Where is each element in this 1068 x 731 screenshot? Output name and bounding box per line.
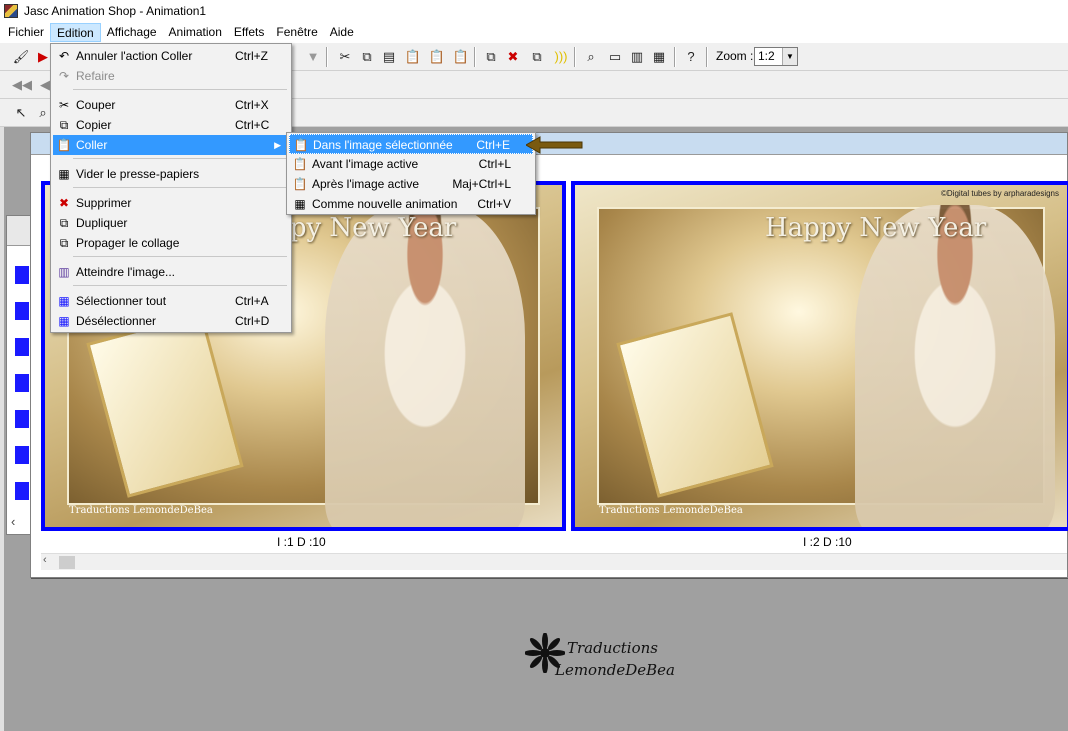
delete-icon[interactable]: ✖ [504,48,522,66]
rewind-icon[interactable]: ◀◀ [12,76,32,94]
frame-props-icon[interactable]: ▭ [606,48,624,66]
menu-effets[interactable]: Effets [228,23,270,42]
film-icon[interactable]: ▦ [650,48,668,66]
copy-icon[interactable]: ⧉ [358,48,376,66]
chevron-down-icon[interactable]: ▼ [782,48,797,65]
paste-icon: 📋 [56,138,72,152]
redo-icon: ↷ [58,69,70,83]
delete-icon: ✖ [58,196,70,210]
goto-frame-icon: ▥ [58,265,70,279]
menu-undo[interactable]: ↶ Annuler l'action Coller Ctrl+Z [53,46,289,66]
menu-paste[interactable]: 📋 Coller ▶ [53,135,289,155]
menu-fichier[interactable]: Fichier [2,23,50,42]
menu-select-all[interactable]: ▦ Sélectionner tout Ctrl+A [53,291,289,311]
menu-propagate[interactable]: ⧉ Propager le collage [53,233,289,253]
frame-2[interactable]: Happy New Year Traductions LemondeDeBea … [571,181,1068,531]
paste-before-icon[interactable]: 📋 [428,48,446,66]
frame-1-label: I :1 D :10 [277,535,326,549]
copy-frame-icon[interactable]: ▤ [380,48,398,66]
menu-deselect[interactable]: ▦ Désélectionner Ctrl+D [53,311,289,331]
edition-dropdown-menu: ↶ Annuler l'action Coller Ctrl+Z ↷ Refai… [50,43,292,333]
frame-2-label: I :2 D :10 [803,535,852,549]
paste-before-active-frame[interactable]: 📋 Avant l'image active Ctrl+L [289,154,533,174]
pointer-arrow-icon [526,136,583,154]
palette-icon[interactable]: ▥ [628,48,646,66]
menu-cut[interactable]: ✂ Couper Ctrl+X [53,95,289,115]
paste-after-icon[interactable]: 📋 [452,48,470,66]
duplicate-icon: ⧉ [59,216,69,230]
menu-copy[interactable]: ⧉ Copier Ctrl+C [53,115,289,135]
frame-signature: Traductions LemondeDeBea [599,505,743,516]
frame-signature: Traductions LemondeDeBea [69,505,213,516]
undo-icon: ↶ [58,49,70,63]
new-animation-icon: ▦ [294,197,306,211]
propagate-icon: ⧉ [59,236,69,250]
scroll-thumb[interactable] [59,556,75,569]
submenu-arrow-icon: ▶ [274,140,281,150]
cut-icon[interactable]: ✂ [336,48,354,66]
paste-submenu: 📋 Dans l'image sélectionnée Ctrl+E 📋 Ava… [286,132,536,215]
window-title: Jasc Animation Shop - Animation1 [24,4,207,18]
title-bar: Jasc Animation Shop - Animation1 [0,0,1068,22]
woman-image [855,205,1055,527]
duplicate-icon[interactable]: ⧉ [528,48,546,66]
menu-fenetre[interactable]: Fenêtre [270,23,323,42]
menu-delete[interactable]: ✖ Supprimer [53,193,289,213]
clipboard-clear-icon: ▦ [58,167,70,181]
frame-credit: ©Digital tubes by arpharadesigns [941,189,1059,198]
scroll-left-icon[interactable]: ‹ [43,554,47,566]
menu-separator [73,256,287,257]
menu-affichage[interactable]: Affichage [101,23,163,42]
paste-into-selected-frame[interactable]: 📋 Dans l'image sélectionnée Ctrl+E [289,134,533,154]
watermark-line1: Traductions [567,639,658,657]
select-all-icon: ▦ [58,294,70,308]
menu-animation[interactable]: Animation [163,23,228,42]
paste-into-icon: 📋 [293,138,309,152]
app-logo-icon [4,4,18,18]
zoom-icon[interactable]: ⌕ [582,48,600,66]
menu-bar: Fichier Edition Affichage Animation Effe… [0,22,1068,43]
wizard-icon[interactable]: ))) [552,48,570,66]
zoom-select[interactable]: 1:2 ▼ [754,47,798,66]
zoom-value: 1:2 [758,49,775,63]
scroll-left-icon[interactable]: ‹ [11,514,15,529]
paste-before-icon: 📋 [292,157,308,171]
propagate-icon[interactable]: ⧉ [482,48,500,66]
paste-after-icon: 📋 [292,177,308,191]
deselect-icon: ▦ [58,314,70,328]
paste-icon[interactable]: 📋 [404,48,422,66]
help-icon[interactable]: ? [682,48,700,66]
menu-separator [73,187,287,188]
paste-after-active-frame[interactable]: 📋 Après l'image active Maj+Ctrl+L [289,174,533,194]
dropdown-icon[interactable]: ▼ [304,48,322,66]
happy-new-year-text: Happy New Year [765,213,987,243]
arrow-cursor-icon[interactable]: ↖ [12,104,30,122]
menu-redo[interactable]: ↷ Refaire [53,66,289,86]
paste-as-new-animation[interactable]: ▦ Comme nouvelle animation Ctrl+V [289,194,533,214]
menu-aide[interactable]: Aide [324,23,360,42]
scissors-icon: ✂ [58,98,70,112]
new-icon[interactable]: 🖌 [12,48,30,66]
horizontal-scrollbar[interactable]: ‹ [41,553,1067,570]
menu-separator [73,285,287,286]
left-panel-strip [0,127,4,731]
menu-edition[interactable]: Edition [50,23,101,42]
zoom-label: Zoom : [716,49,754,63]
menu-goto-frame[interactable]: ▥ Atteindre l'image... [53,262,289,282]
watermark: Traductions LemondeDeBea [525,633,675,683]
background-frames-preview [15,266,29,506]
copy-icon: ⧉ [59,118,69,132]
watermark-line2: LemondeDeBea [555,661,675,679]
menu-duplicate[interactable]: ⧉ Dupliquer [53,213,289,233]
menu-separator [73,158,287,159]
woman-image [325,205,525,527]
menu-clear-clipboard[interactable]: ▦ Vider le presse-papiers [53,164,289,184]
menu-separator [73,89,287,90]
